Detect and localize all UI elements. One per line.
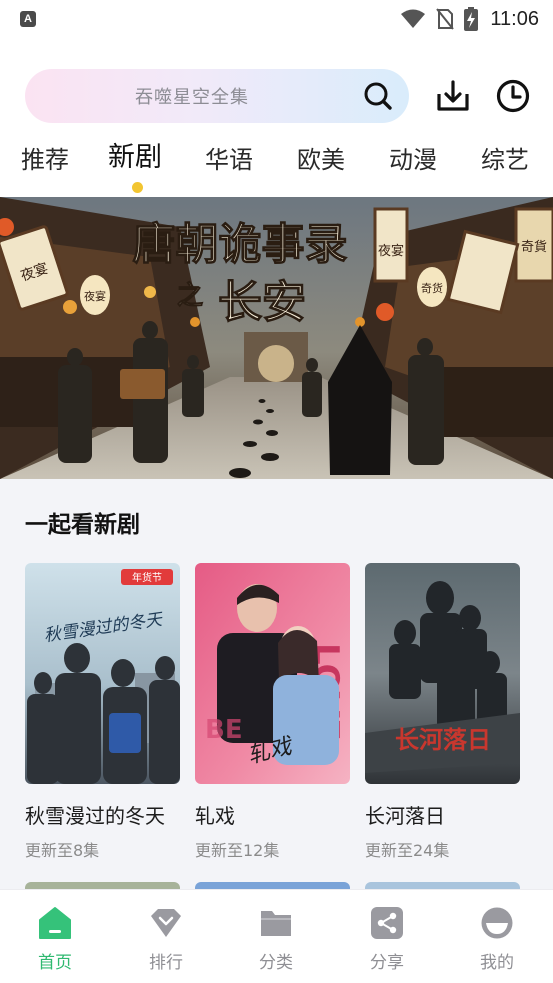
nav-share-label: 分享 [370, 953, 404, 973]
banner-title-line2: 长安 [218, 277, 306, 328]
hero-banner[interactable]: 夜宴 夜宴 奇貨 夜宴 奇货 唐朝诡事录 之 长安 [0, 197, 553, 479]
banner-sign-far-right: 奇貨 [521, 239, 547, 255]
drama-card[interactable]: LOVE BE 轧戏 轧戏 更新至12集 [195, 563, 350, 861]
nav-home[interactable]: 首页 [0, 890, 110, 983]
folder-icon [261, 911, 291, 936]
home-icon [39, 907, 71, 939]
download-icon[interactable] [435, 78, 471, 114]
search-row: 吞噬星空全集 [25, 69, 535, 123]
drama-episode-status: 更新至24集 [365, 841, 450, 860]
svg-text:BE: BE [205, 715, 243, 745]
tab-chinese[interactable]: 华语 [205, 140, 253, 180]
poster-title: 长河落日 [395, 725, 491, 754]
category-tabs: 推荐 新剧 华语 欧美 动漫 综艺 [0, 140, 553, 190]
search-icon[interactable] [363, 81, 393, 111]
nav-ranking[interactable]: 排行 [111, 890, 221, 983]
search-input[interactable]: 吞噬星空全集 [25, 69, 409, 123]
banner-image: 夜宴 夜宴 奇貨 夜宴 奇货 唐朝诡事录 之 长安 [0, 197, 553, 479]
nav-ranking-label: 排行 [149, 953, 183, 973]
tab-indicator [132, 182, 143, 193]
nav-home-label: 首页 [38, 953, 72, 973]
nav-category[interactable]: 分类 [221, 890, 331, 983]
bottom-nav: 首页 排行 分类 分享 我的 [0, 889, 553, 983]
drama-card[interactable]: 年货节 秋雪漫过的冬天 秋雪漫过的冬天 更新至8集 [25, 563, 180, 861]
drama-title: 轧戏 [195, 804, 235, 828]
drama-title: 长河落日 [365, 804, 445, 828]
drama-poster[interactable]: 年货节 秋雪漫过的冬天 [25, 563, 180, 784]
tab-western[interactable]: 欧美 [297, 140, 345, 180]
nav-share[interactable]: 分享 [332, 890, 442, 983]
drama-episode-status: 更新至8集 [25, 841, 100, 860]
tab-recommend[interactable]: 推荐 [21, 140, 69, 180]
banner-title-small: 之 [177, 280, 203, 311]
nav-profile[interactable]: 我的 [442, 890, 552, 983]
no-sim-icon [436, 8, 455, 30]
section-title: 一起看新剧 [25, 512, 140, 538]
nav-category-label: 分类 [259, 953, 293, 973]
share-icon [371, 907, 403, 939]
drama-episode-status: 更新至12集 [195, 841, 280, 860]
drama-title: 秋雪漫过的冬天 [25, 804, 165, 828]
status-bar: A 11:06 [0, 0, 553, 38]
search-placeholder: 吞噬星空全集 [135, 87, 249, 108]
banner-title-line1: 唐朝诡事录 [133, 220, 348, 270]
banner-lantern-right: 奇货 [421, 281, 443, 295]
ranking-icon [151, 909, 181, 937]
banner-lantern-left: 夜宴 [84, 289, 106, 303]
battery-charging-icon [464, 7, 479, 31]
nav-profile-label: 我的 [480, 953, 514, 973]
drama-card[interactable]: 长河落日 长河落日 更新至24集 [365, 563, 520, 861]
app-notification-icon: A [20, 11, 36, 27]
tab-variety[interactable]: 综艺 [481, 140, 529, 180]
tab-anime[interactable]: 动漫 [389, 140, 437, 180]
banner-sign-right: 夜宴 [378, 243, 404, 259]
tab-new-drama[interactable]: 新剧 [108, 138, 162, 178]
clock-icon[interactable] [495, 78, 531, 114]
drama-poster[interactable]: LOVE BE 轧戏 [195, 563, 350, 784]
drama-poster[interactable]: 长河落日 [365, 563, 520, 784]
status-time: 11:06 [490, 7, 539, 30]
poster-badge: 年货节 [132, 571, 162, 584]
wifi-icon [401, 9, 426, 28]
profile-icon [481, 907, 513, 939]
